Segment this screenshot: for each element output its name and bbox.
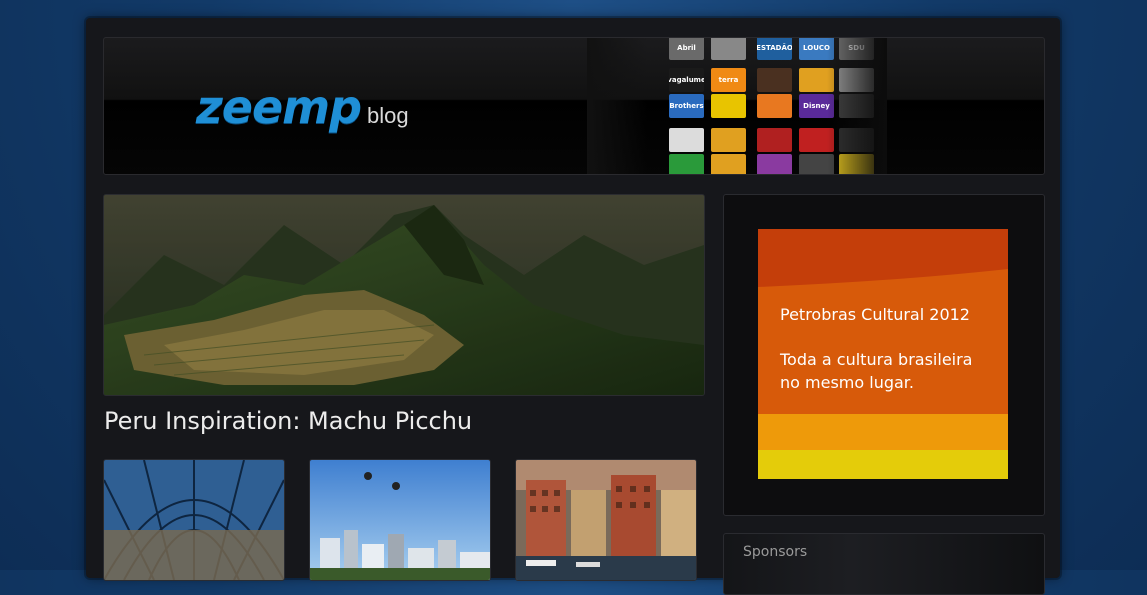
logo-sub-text: blog	[367, 103, 409, 128]
petrobras-ad-banner[interactable]: Petrobras Cultural 2012 Toda a cultura b…	[758, 229, 1008, 479]
partner-tile[interactable]: terra	[711, 68, 746, 92]
partner-tile[interactable]	[711, 38, 746, 60]
post-thumbnail-galleria[interactable]	[103, 459, 285, 581]
partner-tile[interactable]	[669, 128, 704, 152]
city-skyline-photo	[310, 460, 490, 580]
tiles-fade-left	[587, 38, 647, 174]
ad-line-1: Petrobras Cultural 2012	[780, 305, 970, 324]
partner-tile[interactable]	[711, 94, 746, 118]
post-thumbnail-city-balloons[interactable]	[309, 459, 491, 581]
post-thumbnail-harbor-buildings[interactable]	[515, 459, 697, 581]
partner-tile[interactable]	[757, 154, 792, 174]
partner-tile[interactable]	[669, 154, 704, 174]
sponsors-title: Sponsors	[743, 544, 808, 560]
site-logo[interactable]: zeemp blog	[196, 80, 409, 140]
partner-tile[interactable]	[711, 154, 746, 174]
sponsors-widget: Sponsors	[723, 533, 1045, 595]
featured-post-title[interactable]: Peru Inspiration: Machu Picchu	[104, 407, 472, 435]
partner-tile[interactable]	[757, 94, 792, 118]
featured-post-image[interactable]	[103, 194, 705, 396]
partner-tile[interactable]: ESTADÃO	[757, 38, 792, 60]
glass-dome-photo	[104, 460, 284, 580]
harbor-buildings-photo	[516, 460, 696, 580]
partner-tiles-collage: SDUDisneyLOUCOESTADÃOterraBrothersvagalu…	[587, 38, 887, 174]
ad-line-3: no mesmo lugar.	[780, 373, 914, 392]
partner-tile[interactable]: Abril	[669, 38, 704, 60]
partner-tile[interactable]: vagalume	[669, 68, 704, 92]
tiles-fade-right	[827, 38, 887, 174]
partner-tile[interactable]	[757, 68, 792, 92]
ad-line-2: Toda a cultura brasileira	[780, 350, 973, 369]
partner-tile[interactable]	[711, 128, 746, 152]
partner-tile[interactable]	[757, 128, 792, 152]
header-banner: zeempblog SDUDisneyLOUCOESTADÃOterraBrot…	[103, 37, 1045, 175]
partner-tile[interactable]: Brothers	[669, 94, 704, 118]
logo-main-text: zeemp	[196, 80, 362, 134]
machu-picchu-photo	[104, 195, 704, 395]
